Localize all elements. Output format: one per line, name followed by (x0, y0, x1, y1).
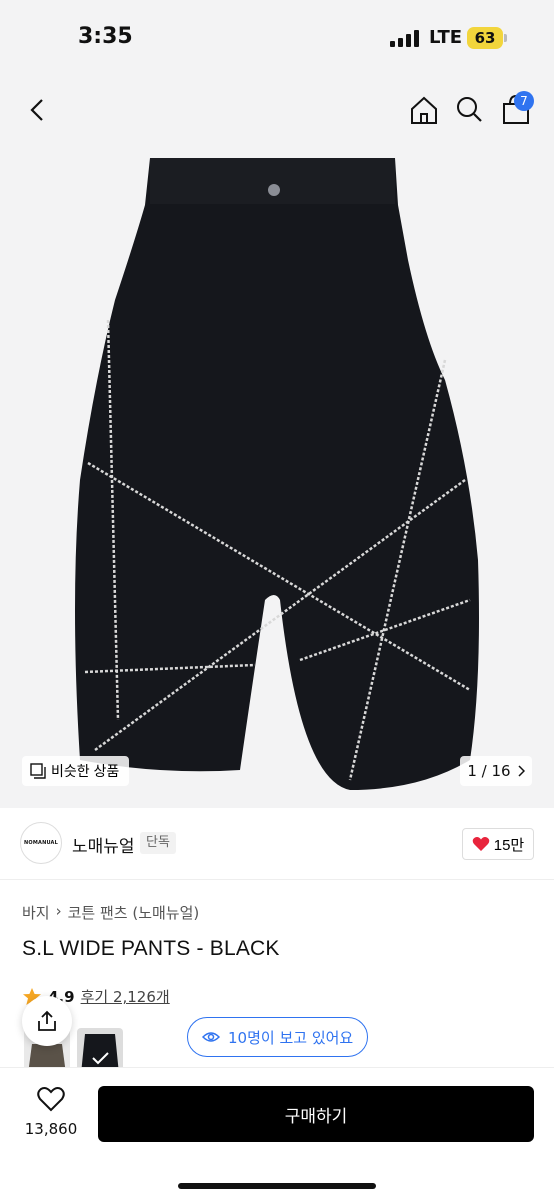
battery-icon: 63 (467, 27, 503, 49)
breadcrumb-separator-icon: › (55, 902, 62, 920)
pants-image (75, 158, 479, 790)
breadcrumb: 바지 › 코튼 팬츠 (노매뉴얼) (22, 902, 199, 923)
home-indicator (178, 1183, 376, 1189)
breadcrumb-item[interactable]: 코튼 팬츠 (노매뉴얼) (68, 902, 200, 923)
battery-cap (504, 34, 507, 42)
signal-icon (390, 30, 420, 47)
back-button[interactable] (18, 90, 58, 130)
breadcrumb-item[interactable]: 바지 (22, 902, 50, 923)
viewers-label: 10명이 보고 있어요 (228, 1028, 354, 1047)
similar-products-label: 비슷한 상품 (51, 763, 120, 779)
product-image-gallery[interactable] (0, 78, 554, 808)
home-button[interactable] (404, 90, 444, 130)
chevron-left-icon (30, 99, 43, 121)
brand-row: NOMANUAL 노매뉴얼 단독 15만 (0, 810, 554, 880)
wishlist-count: 13,860 (24, 1120, 78, 1138)
search-icon (457, 97, 482, 122)
brand-name[interactable]: 노매뉴얼 (72, 832, 135, 857)
heart-icon (37, 1087, 65, 1112)
brand-like-button[interactable]: 15만 (462, 828, 534, 860)
product-title: S.L WIDE PANTS - BLACK (22, 937, 280, 960)
brand-logo[interactable]: NOMANUAL (20, 822, 62, 864)
network-label: LTE (429, 27, 463, 48)
pager-label: 1 / 16 (467, 762, 511, 780)
eye-icon (202, 1032, 220, 1042)
search-button[interactable] (450, 90, 490, 130)
share-icon (38, 1010, 56, 1031)
cart-count-badge: 7 (514, 91, 534, 111)
reviews-link[interactable]: 후기 2,126개 (81, 986, 170, 1007)
exclusive-tag: 단독 (140, 832, 176, 854)
share-button[interactable] (22, 996, 72, 1046)
chevron-right-icon (518, 765, 525, 777)
buy-button[interactable]: 구매하기 (98, 1086, 534, 1142)
wishlist-button[interactable]: 13,860 (20, 1086, 82, 1138)
similar-products-button[interactable]: 비슷한 상품 (22, 756, 130, 786)
copy-icon (30, 763, 46, 779)
status-time: 3:35 (78, 24, 133, 49)
home-icon (411, 96, 437, 124)
heart-filled-icon (472, 837, 490, 851)
bottom-action-bar: 13,860 구매하기 (0, 1067, 554, 1200)
viewers-pill: 10명이 보고 있어요 (187, 1017, 369, 1057)
image-pager[interactable]: 1 / 16 (460, 756, 532, 786)
brand-like-count: 15만 (493, 836, 525, 854)
status-bar: 3:35 LTE 63 (0, 0, 554, 78)
